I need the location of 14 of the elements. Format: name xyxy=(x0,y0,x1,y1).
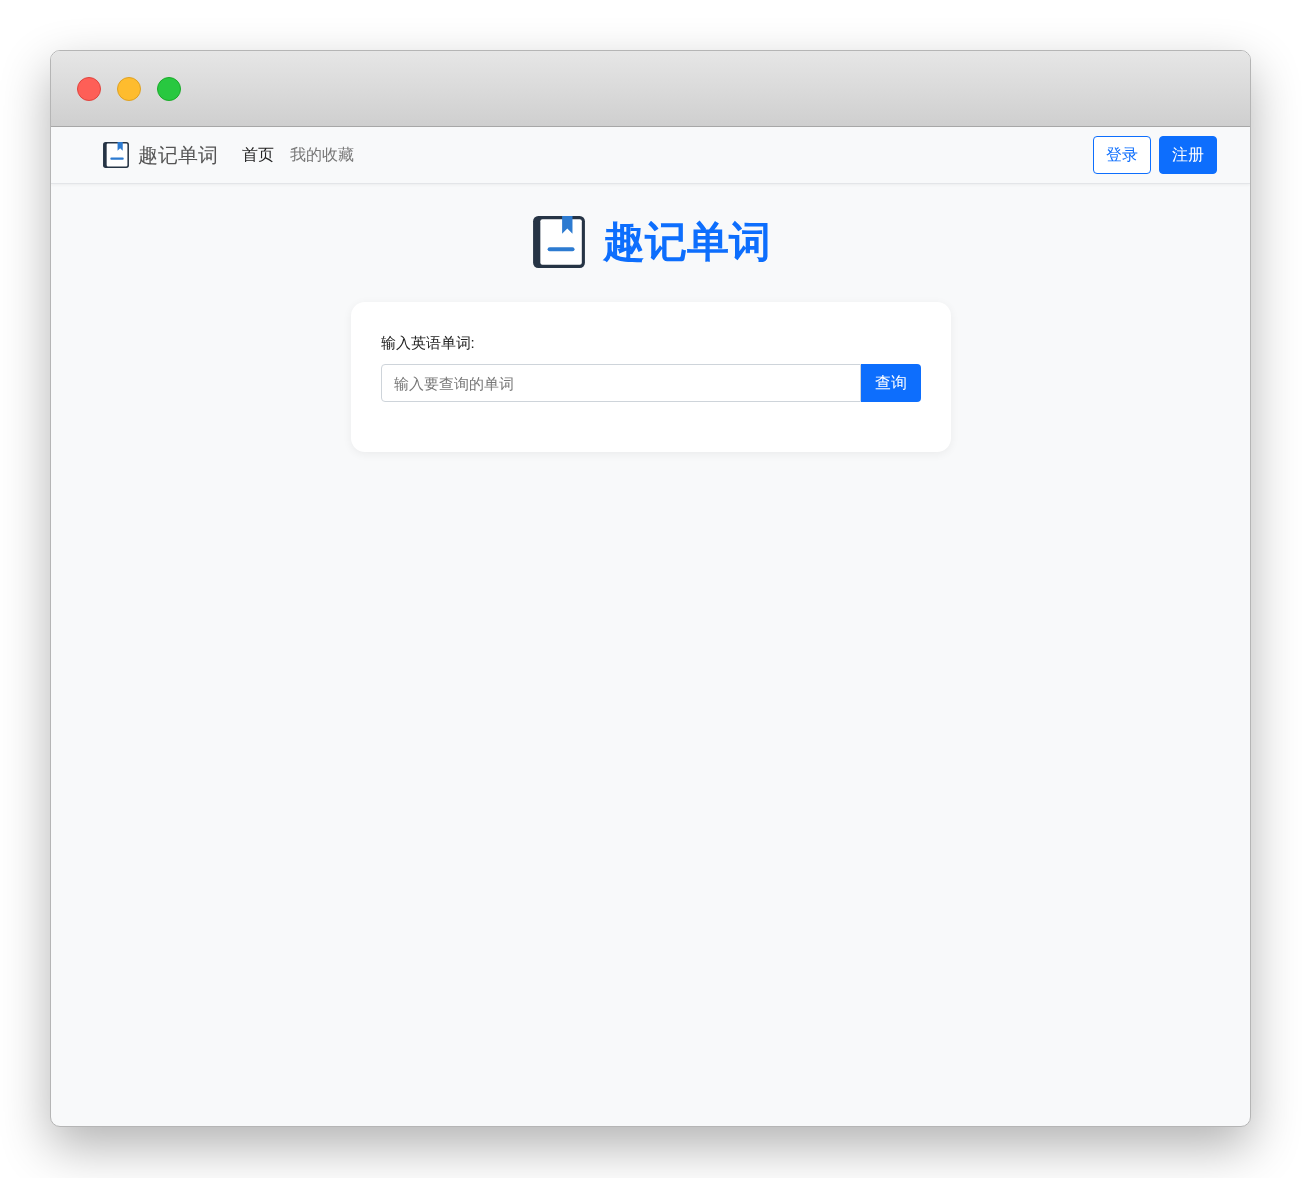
book-icon xyxy=(102,141,130,169)
brand-link[interactable]: 趣记单词 xyxy=(138,141,218,169)
maximize-button[interactable] xyxy=(157,76,181,101)
login-button[interactable]: 登录 xyxy=(1093,136,1151,174)
page-heading: 趣记单词 xyxy=(602,217,771,267)
minimize-button[interactable] xyxy=(117,76,141,101)
search-button[interactable]: 查询 xyxy=(860,364,921,402)
nav-link[interactable]: 我的收藏 xyxy=(290,144,354,166)
register-button[interactable]: 注册 xyxy=(1159,136,1217,174)
book-icon xyxy=(530,214,587,270)
nav-link[interactable]: 首页 xyxy=(242,144,274,166)
word-input-field[interactable]: 输入要查询的单词 xyxy=(380,364,861,402)
close-button[interactable] xyxy=(77,76,101,101)
field-label: 输入英语单词: xyxy=(380,334,475,353)
